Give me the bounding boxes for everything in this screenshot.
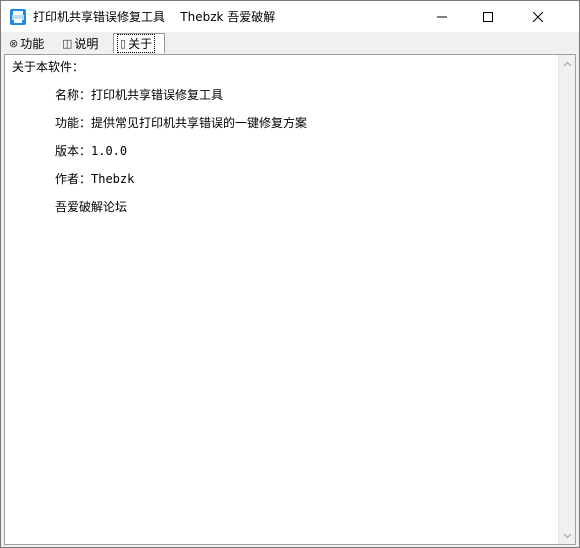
about-name: 名称：打印机共享错误修复工具 <box>55 88 224 102</box>
tab-instructions[interactable]: ◫ 说明 <box>59 34 111 53</box>
tab-strip: ⊗ 功能 ◫ 说明 ▯ 关于 <box>1 32 579 54</box>
tab-label: 功能 <box>20 37 45 51</box>
minimize-icon <box>437 16 447 17</box>
printer-app-icon <box>10 8 26 25</box>
gear-icon: ⊗ <box>9 37 19 50</box>
maximize-icon <box>483 11 493 22</box>
close-icon <box>533 11 543 22</box>
scroll-down-button[interactable] <box>559 527 576 544</box>
maximize-button[interactable] <box>465 1 511 32</box>
info-icon: ▯ <box>120 37 127 50</box>
tab-label: 说明 <box>74 37 99 51</box>
tab-about[interactable]: ▯ 关于 <box>113 33 165 53</box>
about-function: 功能：提供常见打印机共享错误的一键修复方案 <box>55 116 308 130</box>
tab-label: 关于 <box>128 37 153 51</box>
window-title: 打印机共享错误修复工具 Thebzk 吾爱破解 <box>33 10 276 24</box>
about-panel: 关于本软件： 名称：打印机共享错误修复工具 功能：提供常见打印机共享错误的一键修… <box>4 54 576 545</box>
chevron-down-icon <box>563 533 572 538</box>
about-forum: 吾爱破解论坛 <box>55 200 128 214</box>
title-bar[interactable]: 打印机共享错误修复工具 Thebzk 吾爱破解 <box>1 1 579 32</box>
about-version: 版本：1.0.0 <box>55 144 128 158</box>
app-window: 打印机共享错误修复工具 Thebzk 吾爱破解 ⊗ 功能 ◫ 说明 ▯ 关于 关… <box>0 0 580 548</box>
book-icon: ◫ <box>62 37 73 50</box>
about-textbox[interactable]: 关于本软件： 名称：打印机共享错误修复工具 功能：提供常见打印机共享错误的一键修… <box>5 55 558 544</box>
about-author: 作者：Thebzk <box>55 172 135 186</box>
scroll-up-button[interactable] <box>559 55 576 72</box>
minimize-button[interactable] <box>419 1 465 32</box>
vertical-scrollbar[interactable] <box>558 55 575 544</box>
chevron-up-icon <box>563 61 572 66</box>
tab-features[interactable]: ⊗ 功能 <box>6 34 58 53</box>
close-button[interactable] <box>515 1 561 32</box>
about-heading: 关于本软件： <box>12 60 85 74</box>
tab-focus-rect: ▯ 关于 <box>117 34 156 53</box>
